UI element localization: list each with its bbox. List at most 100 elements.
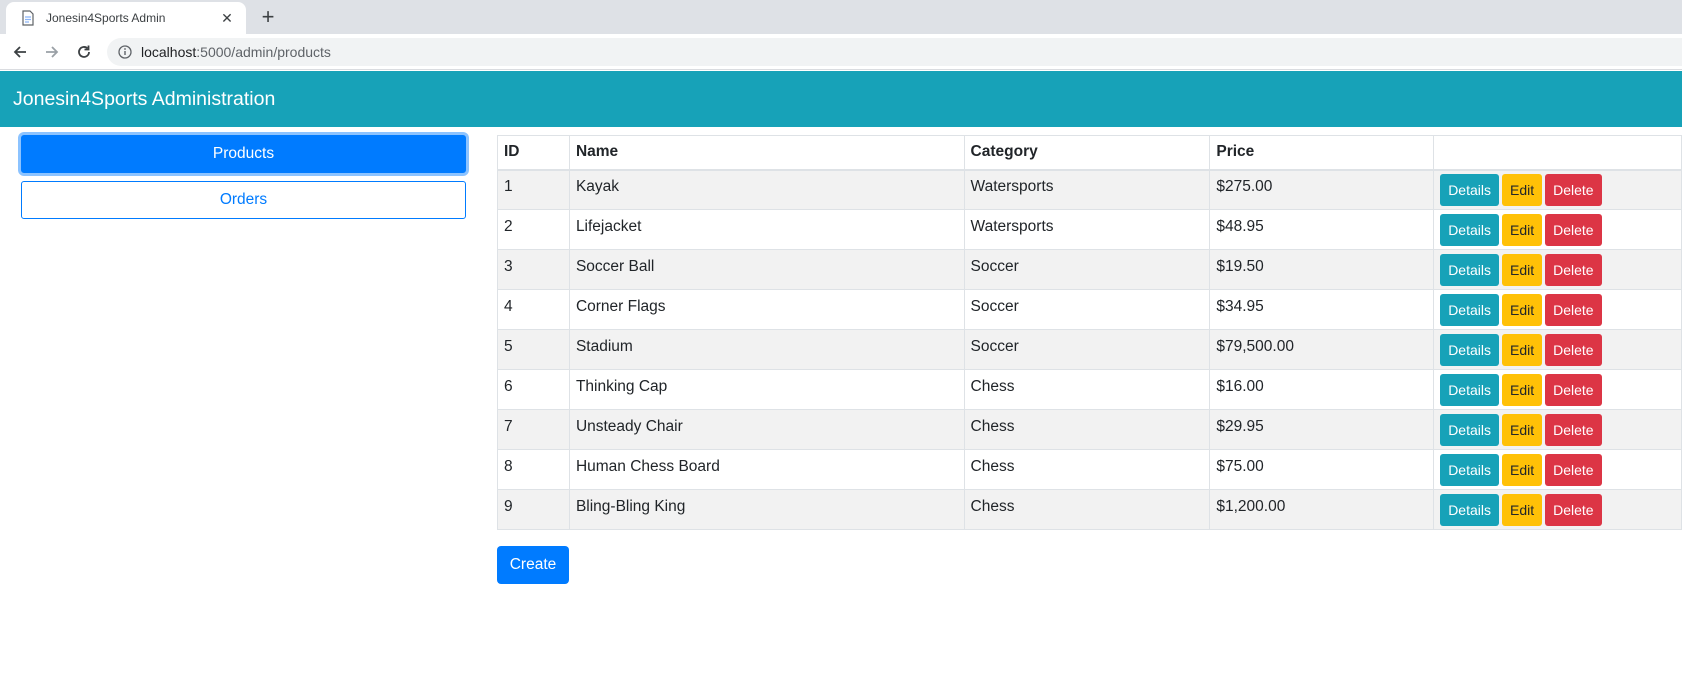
delete-button[interactable]: Delete [1545,333,1602,366]
cell-id-text: 4 [504,297,513,315]
details-button[interactable]: Details [1440,413,1499,446]
cell-id-text: 8 [504,457,513,475]
cell-category: Chess [963,409,1211,450]
edit-button[interactable]: Edit [1501,413,1543,446]
delete-button[interactable]: Delete [1545,293,1602,326]
cell-price-text: $48.95 [1216,217,1264,235]
edit-button[interactable]: Edit [1501,453,1543,486]
sidebar-item-orders[interactable]: Orders [21,181,466,219]
cell-id-text: 9 [504,497,513,515]
cell-price-text: $275.00 [1216,177,1273,195]
details-button[interactable]: Details [1440,453,1499,486]
details-button[interactable]: Details [1440,373,1499,406]
delete-button[interactable]: Delete [1545,453,1602,486]
cell-id: 3 [497,249,570,290]
table-body: 1 Kayak Watersports $275.00 Details Edit Delet… [497,169,1682,530]
cell-actions: Details Edit Delete [1433,209,1682,250]
cell-name: Human Chess Board [568,449,965,490]
cell-price-text: $16.00 [1216,377,1264,395]
cell-id-text: 2 [504,217,513,235]
details-button[interactable]: Details [1440,213,1499,246]
cell-price-text: $79,500.00 [1216,337,1294,355]
edit-button[interactable]: Edit [1501,293,1543,326]
delete-button[interactable]: Delete [1545,413,1602,446]
details-button[interactable]: Details [1440,173,1499,206]
cell-id: 2 [497,209,570,250]
cell-category: Chess [963,369,1211,410]
cell-name-text: Human Chess Board [575,457,720,475]
cell-price-text: $34.95 [1216,297,1264,315]
cell-id: 1 [497,169,570,210]
cell-category-text: Soccer [970,297,1019,315]
products-table-container: ID Name Category Price 1 Kayak Watersports… [497,135,1682,530]
details-button[interactable]: Details [1440,493,1499,526]
edit-button[interactable]: Edit [1501,493,1543,526]
edit-button[interactable]: Edit [1501,213,1543,246]
cell-id: 6 [497,369,570,410]
close-icon[interactable]: ✕ [218,9,236,27]
browser-toolbar: localhost:5000/admin/products [0,34,1682,70]
forward-arrow-icon[interactable] [40,40,64,64]
cell-name-text: Stadium [575,337,633,355]
plus-icon[interactable]: + [256,6,280,30]
cell-name: Unsteady Chair [568,409,965,450]
back-arrow-icon[interactable] [8,40,32,64]
cell-category: Soccer [963,289,1211,330]
cell-category: Soccer [963,329,1211,370]
cell-id: 5 [497,329,570,370]
cell-category: Watersports [963,209,1211,250]
cell-category-text: Watersports [970,217,1054,235]
app-title: Jonesin4Sports Administration [13,88,276,110]
details-button[interactable]: Details [1440,333,1499,366]
cell-price-text: $19.50 [1216,257,1264,275]
document-icon [20,10,36,26]
column-header-name: Name [568,135,965,171]
column-header-actions [1433,135,1682,171]
delete-button[interactable]: Delete [1545,213,1602,246]
details-button[interactable]: Details [1440,293,1499,326]
delete-button[interactable]: Delete [1545,373,1602,406]
cell-id: 4 [497,289,570,330]
cell-price: $34.95 [1209,289,1435,330]
table-row: 1 Kayak Watersports $275.00 Details Edit Delet… [497,169,1682,210]
info-icon[interactable] [117,44,133,60]
tab-title: Jonesin4Sports Admin [46,11,166,25]
table-header-row: ID Name Category Price [497,135,1682,171]
browser-tab[interactable]: Jonesin4Sports Admin ✕ [6,2,246,34]
create-button[interactable]: Create [497,546,569,584]
edit-button[interactable]: Edit [1501,333,1543,366]
edit-button[interactable]: Edit [1501,173,1543,206]
cell-category-text: Soccer [970,257,1019,275]
edit-button[interactable]: Edit [1501,253,1543,286]
cell-name-text: Lifejacket [575,217,642,235]
cell-actions: Details Edit Delete [1433,329,1682,370]
cell-price: $29.95 [1209,409,1435,450]
edit-button[interactable]: Edit [1501,373,1543,406]
cell-actions: Details Edit Delete [1433,369,1682,410]
delete-button[interactable]: Delete [1545,493,1602,526]
cell-price: $48.95 [1209,209,1435,250]
cell-category-text: Chess [970,417,1015,435]
cell-id: 7 [497,409,570,450]
table-row: 3 Soccer Ball Soccer $19.50 Details Edit Delet… [497,249,1682,290]
cell-price: $1,200.00 [1209,489,1435,530]
sidebar-item-products[interactable]: Products [21,135,466,173]
address-bar[interactable]: localhost:5000/admin/products [107,38,1682,66]
details-button[interactable]: Details [1440,253,1499,286]
table-row: 7 Unsteady Chair Chess $29.95 Details Edit Del… [497,409,1682,450]
delete-button[interactable]: Delete [1545,173,1602,206]
cell-category: Watersports [963,169,1211,210]
cell-name-text: Bling-Bling King [575,497,686,515]
cell-price-text: $1,200.00 [1216,497,1286,515]
cell-price: $75.00 [1209,449,1435,490]
browser-tabstrip: Jonesin4Sports Admin ✕ + [0,0,1682,34]
table-row: 2 Lifejacket Watersports $48.95 Details Edit D… [497,209,1682,250]
cell-price: $16.00 [1209,369,1435,410]
reload-icon[interactable] [72,40,96,64]
cell-name: Thinking Cap [568,369,965,410]
cell-actions: Details Edit Delete [1433,489,1682,530]
delete-button[interactable]: Delete [1545,253,1602,286]
cell-price-text: $29.95 [1216,417,1264,435]
table-row: 5 Stadium Soccer $79,500.00 Details Edit Delet… [497,329,1682,370]
table-row: 8 Human Chess Board Chess $75.00 Details Edit… [497,449,1682,490]
